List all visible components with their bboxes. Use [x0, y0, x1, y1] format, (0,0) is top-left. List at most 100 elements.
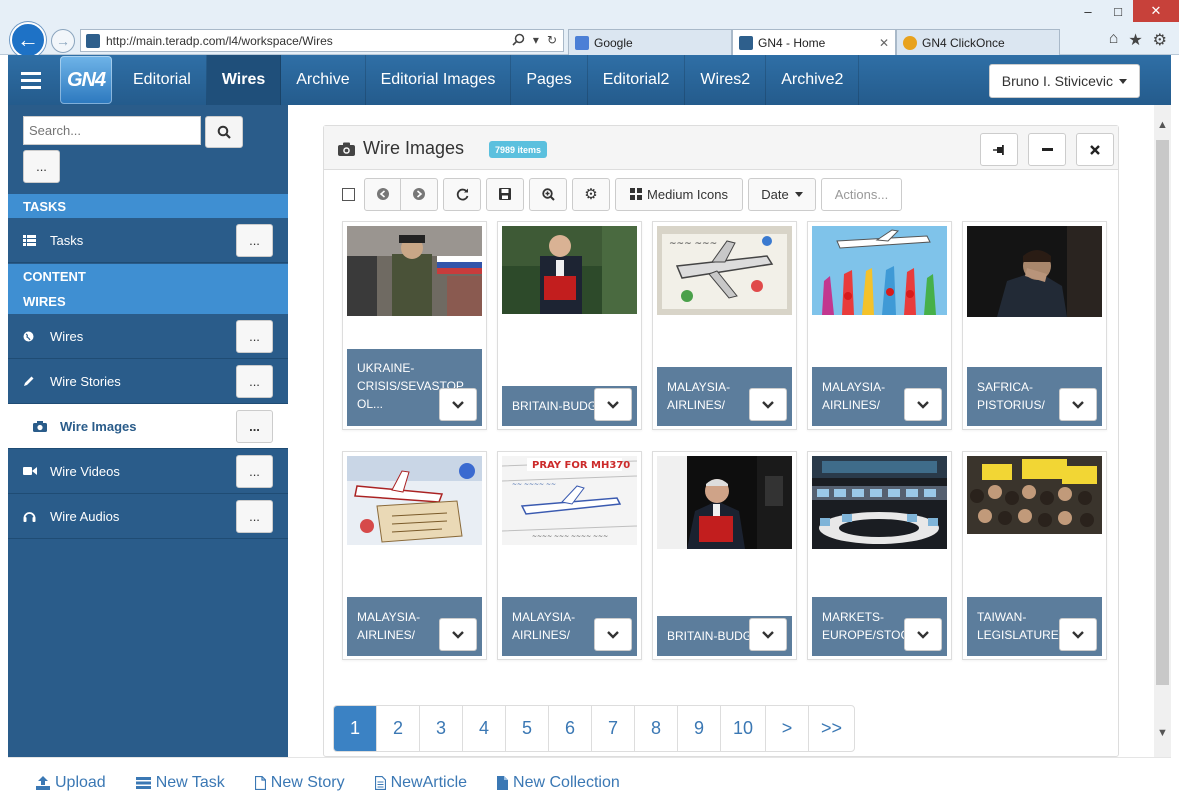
zoom-button[interactable] — [529, 177, 567, 211]
chevron-down-icon[interactable]: ▾ — [533, 33, 539, 49]
scrollbar-thumb[interactable] — [1156, 140, 1169, 685]
page-7-button[interactable]: 7 — [592, 706, 635, 751]
address-bar[interactable]: http://main.teradp.com/l4/workspace/Wire… — [80, 29, 564, 52]
sidebar-item-wire-videos[interactable]: Wire Videos ... — [8, 449, 288, 494]
scroll-down-icon[interactable]: ▼ — [1157, 727, 1168, 739]
image-card[interactable]: TAIWAN- LEGISLATURE — [962, 451, 1107, 660]
tab-gn4-home[interactable]: GN4 - Home ✕ — [732, 29, 896, 55]
search-button[interactable] — [205, 116, 243, 148]
nav-wires2[interactable]: Wires2 — [685, 55, 767, 105]
card-menu-button[interactable] — [904, 388, 942, 421]
last-page-button[interactable]: >> — [809, 706, 854, 751]
refresh-icon[interactable]: ↻ — [547, 33, 557, 49]
search-icon[interactable] — [512, 33, 525, 49]
page-2-button[interactable]: 2 — [377, 706, 420, 751]
user-menu-button[interactable]: Bruno I. Stivicevic — [988, 64, 1140, 98]
tab-close-icon[interactable]: ✕ — [879, 36, 889, 50]
new-story-link[interactable]: New Story — [254, 774, 345, 792]
nav-wires[interactable]: Wires — [206, 55, 282, 105]
wire-videos-more-button[interactable]: ... — [236, 455, 273, 488]
select-all-checkbox[interactable] — [342, 187, 355, 201]
image-card[interactable]: MALAYSIA- AIRLINES/ — [807, 221, 952, 430]
card-menu-button[interactable] — [749, 618, 787, 651]
search-options-button[interactable]: ... — [23, 150, 60, 183]
page-8-button[interactable]: 8 — [635, 706, 678, 751]
save-button[interactable] — [486, 177, 524, 211]
new-article-link[interactable]: NewArticle — [374, 774, 467, 792]
home-icon[interactable]: ⌂ — [1109, 30, 1119, 50]
card-menu-button[interactable] — [439, 388, 477, 421]
sort-dropdown-button[interactable]: Date — [748, 177, 816, 211]
caret-down-icon — [1119, 78, 1127, 84]
image-card[interactable]: SAFRICA- PISTORIUS/ — [962, 221, 1107, 430]
tasks-more-button[interactable]: ... — [236, 224, 273, 257]
search-input[interactable] — [23, 116, 201, 145]
new-collection-link[interactable]: New Collection — [497, 774, 620, 792]
upload-link[interactable]: Upload — [36, 774, 106, 792]
page-4-button[interactable]: 4 — [463, 706, 506, 751]
menu-toggle-icon[interactable] — [8, 55, 54, 105]
image-card[interactable]: UKRAINE- CRISIS/SEVASTOP OL... — [342, 221, 487, 430]
view-mode-button[interactable]: Medium Icons — [615, 177, 743, 211]
sidebar-item-wire-stories[interactable]: Wire Stories ... — [8, 359, 288, 404]
page-6-button[interactable]: 6 — [549, 706, 592, 751]
card-menu-button[interactable] — [904, 618, 942, 651]
sidebar-item-wires[interactable]: Wires ... — [8, 314, 288, 359]
gear-icon[interactable]: ⚙ — [1153, 30, 1167, 50]
page-1-button[interactable]: 1 — [334, 706, 377, 751]
search-icon — [217, 125, 231, 139]
sidebar-item-wire-images[interactable]: Wire Images ... — [8, 404, 288, 449]
minimize-panel-button[interactable] — [1028, 133, 1066, 166]
sidebar-item-tasks[interactable]: Tasks ... — [8, 218, 288, 263]
nav-editorial[interactable]: Editorial — [118, 55, 207, 105]
page-5-button[interactable]: 5 — [506, 706, 549, 751]
image-card[interactable]: MALAYSIA- AIRLINES/ — [342, 451, 487, 660]
image-card[interactable]: ~~~ ~~~ MALAYSIA- AIRLINES/ — [652, 221, 797, 430]
card-menu-button[interactable] — [749, 388, 787, 421]
nav-editorial2[interactable]: Editorial2 — [588, 55, 686, 105]
new-task-link[interactable]: New Task — [135, 774, 225, 792]
image-card[interactable]: BRITAIN-BUDG — [497, 221, 642, 430]
star-icon[interactable]: ★ — [1128, 30, 1142, 50]
page-9-button[interactable]: 9 — [678, 706, 721, 751]
scroll-up-icon[interactable]: ▲ — [1157, 119, 1168, 131]
back-button[interactable]: ← — [10, 22, 46, 58]
pin-panel-button[interactable] — [980, 133, 1018, 166]
forward-button[interactable]: → — [51, 29, 75, 53]
tab-google[interactable]: Google — [568, 29, 732, 55]
refresh-button[interactable] — [443, 177, 481, 211]
next-page-button[interactable]: > — [766, 706, 810, 751]
card-menu-button[interactable] — [1059, 618, 1097, 651]
card-menu-button[interactable] — [594, 388, 632, 421]
minimize-button[interactable]: – — [1073, 0, 1103, 22]
image-card[interactable]: BRITAIN-BUDG — [652, 451, 797, 660]
wire-audios-more-button[interactable]: ... — [236, 500, 273, 533]
next-button[interactable] — [401, 177, 438, 211]
nav-archive2[interactable]: Archive2 — [766, 55, 860, 105]
card-menu-button[interactable] — [1059, 388, 1097, 421]
vertical-scrollbar[interactable]: ▲ ▼ — [1154, 105, 1171, 757]
nav-pages[interactable]: Pages — [511, 55, 588, 105]
nav-editorial-images[interactable]: Editorial Images — [366, 55, 512, 105]
actions-button[interactable]: Actions... — [821, 177, 902, 211]
maximize-button[interactable]: □ — [1103, 0, 1133, 22]
tab-gn4-clickonce[interactable]: GN4 ClickOnce — [896, 29, 1060, 55]
wire-images-more-button[interactable]: ... — [236, 410, 273, 443]
nav-archive[interactable]: Archive — [281, 55, 366, 105]
window-close-button[interactable]: ✕ — [1133, 0, 1179, 22]
video-icon — [23, 466, 45, 476]
image-card[interactable]: PRAY FOR MH370 ~~~~ ~~~ ~~~~ ~~~ ~~ ~~~~ ~… — [497, 451, 642, 660]
card-menu-button[interactable] — [439, 618, 477, 651]
settings-button[interactable]: ⚙ — [572, 177, 610, 211]
previous-button[interactable] — [364, 177, 401, 211]
wires-more-button[interactable]: ... — [236, 320, 273, 353]
page-10-button[interactable]: 10 — [721, 706, 767, 751]
close-panel-button[interactable] — [1076, 133, 1114, 166]
card-menu-button[interactable] — [594, 618, 632, 651]
sidebar-item-wire-audios[interactable]: Wire Audios ... — [8, 494, 288, 539]
collection-icon — [497, 775, 509, 790]
app-logo: GN4 — [60, 56, 112, 104]
wire-stories-more-button[interactable]: ... — [236, 365, 273, 398]
image-card[interactable]: MARKETS- EUROPE/STOC — [807, 451, 952, 660]
page-3-button[interactable]: 3 — [420, 706, 463, 751]
